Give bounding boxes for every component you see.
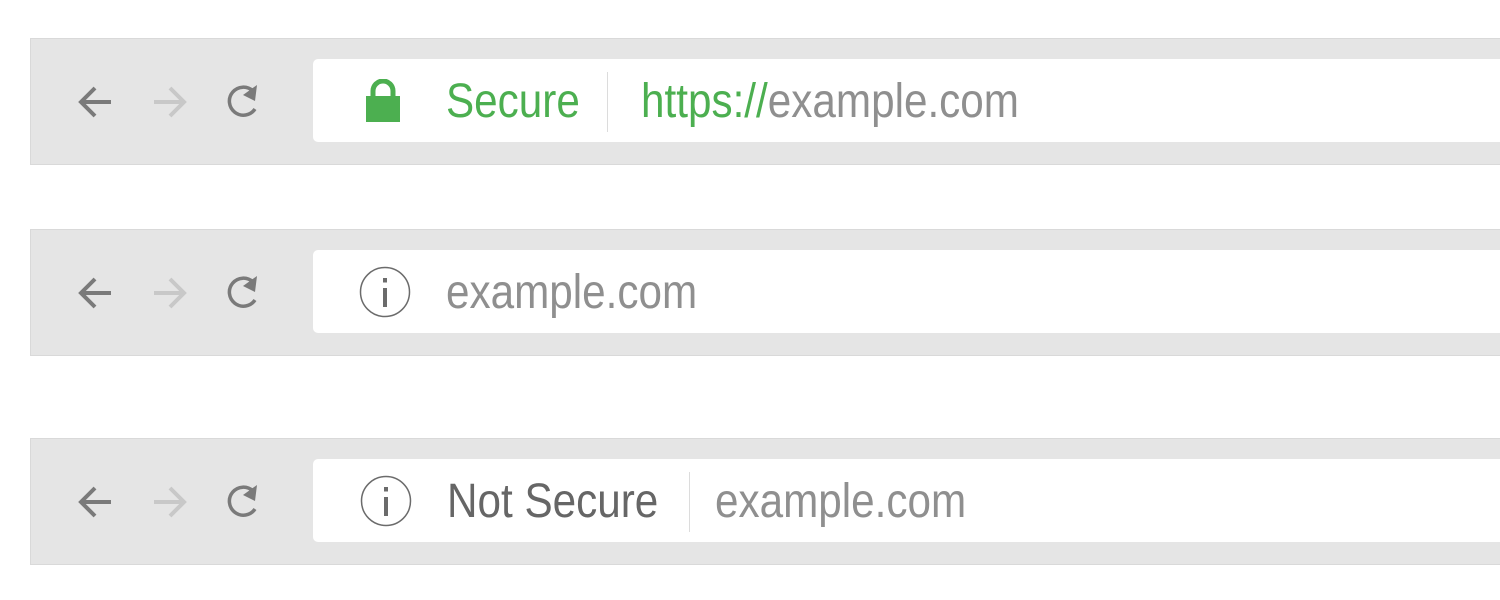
url-host: example.com bbox=[446, 266, 698, 319]
url-host: example.com bbox=[715, 475, 967, 528]
back-arrow-icon[interactable] bbox=[73, 270, 119, 316]
forward-arrow-icon[interactable] bbox=[146, 479, 192, 525]
security-label: Secure bbox=[446, 75, 580, 128]
url-text: https://example.com bbox=[641, 78, 1019, 126]
omnibox[interactable]: example.com bbox=[313, 250, 1500, 333]
browser-toolbar-not-secure: Not Secure example.com bbox=[30, 438, 1500, 565]
reload-icon[interactable] bbox=[221, 479, 267, 525]
omnibox[interactable]: Secure https://example.com bbox=[313, 59, 1500, 142]
info-icon[interactable] bbox=[360, 475, 412, 527]
back-arrow-icon[interactable] bbox=[73, 479, 119, 525]
url-scheme: https:// bbox=[641, 75, 768, 128]
browser-toolbar-secure: Secure https://example.com bbox=[30, 38, 1500, 165]
omnibox[interactable]: Not Secure example.com bbox=[313, 459, 1500, 542]
forward-arrow-icon[interactable] bbox=[146, 270, 192, 316]
info-icon[interactable] bbox=[359, 266, 411, 318]
reload-icon[interactable] bbox=[221, 270, 267, 316]
back-arrow-icon[interactable] bbox=[73, 79, 119, 125]
reload-icon[interactable] bbox=[221, 79, 267, 125]
browser-toolbar-neutral: example.com bbox=[30, 229, 1500, 356]
lock-icon bbox=[366, 79, 400, 122]
forward-arrow-icon[interactable] bbox=[146, 79, 192, 125]
divider bbox=[607, 72, 608, 132]
url-host: example.com bbox=[767, 75, 1019, 128]
security-label: Not Secure bbox=[447, 475, 659, 528]
divider bbox=[689, 472, 690, 532]
